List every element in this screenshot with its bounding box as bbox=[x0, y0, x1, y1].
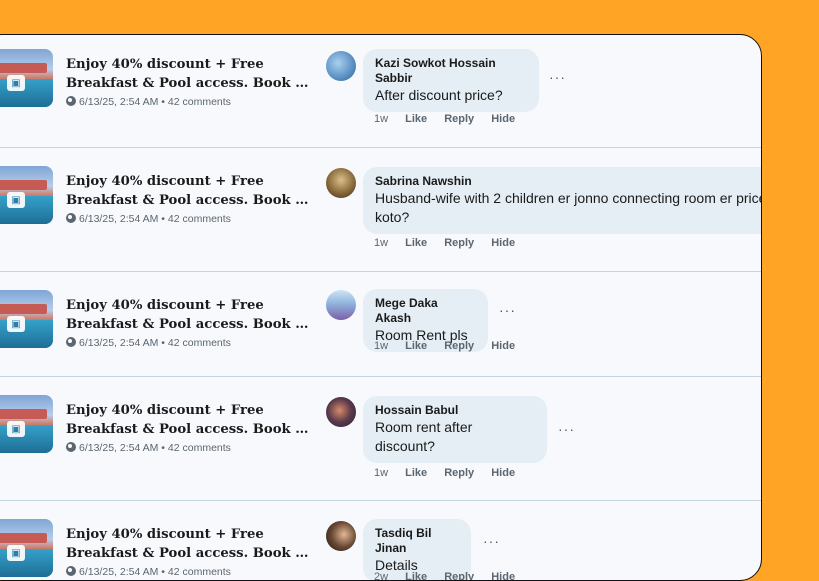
list-item: ▣ Enjoy 40% discount + Free Breakfast & … bbox=[0, 272, 761, 377]
thumbnail-roof bbox=[0, 180, 47, 190]
post-title[interactable]: Enjoy 40% discount + Free Breakfast & Po… bbox=[66, 172, 326, 210]
thumbnail-roof bbox=[0, 533, 47, 543]
comment-bubble: Kazi Sowkot Hossain Sabbir After discoun… bbox=[363, 49, 539, 112]
post-title[interactable]: Enjoy 40% discount + Free Breakfast & Po… bbox=[66, 296, 326, 334]
more-options-icon[interactable]: ··· bbox=[549, 69, 566, 85]
image-icon: ▣ bbox=[7, 316, 25, 332]
comment-time: 1w bbox=[374, 113, 389, 125]
list-item: ▣ Enjoy 40% discount + Free Breakfast & … bbox=[0, 148, 761, 272]
post-title-line2: Breakfast & Pool access. Book you... bbox=[66, 76, 316, 91]
hide-button[interactable]: Hide bbox=[491, 340, 515, 352]
post-title-line2: Breakfast & Pool access. Book you... bbox=[66, 546, 316, 561]
post-meta: 6/13/25, 2:54 AM • 42 comments bbox=[66, 337, 231, 349]
comment-actions: 1w Like Reply Hide bbox=[374, 113, 529, 125]
post-title-line1: Enjoy 40% discount + Free bbox=[66, 298, 264, 313]
like-button[interactable]: Like bbox=[405, 467, 427, 479]
comment-text: Husband-wife with 2 children er jonno co… bbox=[375, 190, 762, 225]
list-item: ▣ Enjoy 40% discount + Free Breakfast & … bbox=[0, 377, 761, 501]
globe-icon bbox=[66, 566, 76, 576]
avatar[interactable] bbox=[326, 521, 356, 551]
post-thumbnail[interactable]: ▣ bbox=[0, 49, 53, 107]
more-options-icon[interactable]: ··· bbox=[483, 533, 500, 549]
post-meta-text: 6/13/25, 2:54 AM • 42 comments bbox=[79, 442, 231, 454]
post-meta: 6/13/25, 2:54 AM • 42 comments bbox=[66, 96, 231, 108]
post-title[interactable]: Enjoy 40% discount + Free Breakfast & Po… bbox=[66, 525, 326, 563]
post-thumbnail[interactable]: ▣ bbox=[0, 166, 53, 224]
reply-button[interactable]: Reply bbox=[444, 113, 474, 125]
comment-text: After discount price? bbox=[375, 87, 503, 103]
hide-button[interactable]: Hide bbox=[491, 467, 515, 479]
post-thumbnail[interactable]: ▣ bbox=[0, 519, 53, 577]
image-icon: ▣ bbox=[7, 421, 25, 437]
comment-time: 1w bbox=[374, 467, 389, 479]
comments-panel: ▣ Enjoy 40% discount + Free Breakfast & … bbox=[0, 34, 762, 581]
post-title[interactable]: Enjoy 40% discount + Free Breakfast & Po… bbox=[66, 401, 326, 439]
hide-button[interactable]: Hide bbox=[491, 237, 515, 249]
image-icon: ▣ bbox=[7, 75, 25, 91]
comment-author[interactable]: Kazi Sowkot Hossain Sabbir bbox=[375, 56, 527, 86]
thumbnail-roof bbox=[0, 409, 47, 419]
post-title-line2: Breakfast & Pool access. Book you... bbox=[66, 422, 316, 437]
post-meta: 6/13/25, 2:54 AM • 42 comments bbox=[66, 566, 231, 578]
image-icon: ▣ bbox=[7, 545, 25, 561]
list-item: ▣ Enjoy 40% discount + Free Breakfast & … bbox=[0, 35, 761, 148]
post-meta: 6/13/25, 2:54 AM • 42 comments bbox=[66, 442, 231, 454]
avatar[interactable] bbox=[326, 290, 356, 320]
post-title-line1: Enjoy 40% discount + Free bbox=[66, 403, 264, 418]
list-item: ▣ Enjoy 40% discount + Free Breakfast & … bbox=[0, 501, 761, 580]
post-title[interactable]: Enjoy 40% discount + Free Breakfast & Po… bbox=[66, 55, 326, 93]
post-meta-text: 6/13/25, 2:54 AM • 42 comments bbox=[79, 337, 231, 349]
hide-button[interactable]: Hide bbox=[491, 113, 515, 125]
post-meta-text: 6/13/25, 2:54 AM • 42 comments bbox=[79, 566, 231, 578]
comment-time: 1w bbox=[374, 237, 389, 249]
avatar[interactable] bbox=[326, 51, 356, 81]
post-thumbnail[interactable]: ▣ bbox=[0, 290, 53, 348]
comment-actions: 1w Like Reply Hide bbox=[374, 237, 529, 249]
comment-actions: 1w Like Reply Hide bbox=[374, 340, 529, 352]
post-title-line1: Enjoy 40% discount + Free bbox=[66, 57, 264, 72]
post-title-line1: Enjoy 40% discount + Free bbox=[66, 527, 264, 542]
globe-icon bbox=[66, 213, 76, 223]
globe-icon bbox=[66, 442, 76, 452]
post-title-line2: Breakfast & Pool access. Book you... bbox=[66, 317, 316, 332]
comment-bubble: Sabrina Nawshin Husband-wife with 2 chil… bbox=[363, 167, 762, 234]
more-options-icon[interactable]: ··· bbox=[499, 302, 516, 318]
like-button[interactable]: Like bbox=[405, 340, 427, 352]
post-meta-text: 6/13/25, 2:54 AM • 42 comments bbox=[79, 96, 231, 108]
comment-author[interactable]: Sabrina Nawshin bbox=[375, 174, 761, 189]
post-meta: 6/13/25, 2:54 AM • 42 comments bbox=[66, 213, 231, 225]
avatar[interactable] bbox=[326, 168, 356, 198]
comment-text: Room rent after discount? bbox=[375, 419, 473, 454]
image-icon: ▣ bbox=[7, 192, 25, 208]
post-title-line2: Breakfast & Pool access. Book you... bbox=[66, 193, 316, 208]
globe-icon bbox=[66, 96, 76, 106]
reply-button[interactable]: Reply bbox=[444, 340, 474, 352]
like-button[interactable]: Like bbox=[405, 113, 427, 125]
post-meta-text: 6/13/25, 2:54 AM • 42 comments bbox=[79, 213, 231, 225]
avatar[interactable] bbox=[326, 397, 356, 427]
comment-author[interactable]: Hossain Babul bbox=[375, 403, 535, 418]
comment-actions: 1w Like Reply Hide bbox=[374, 467, 529, 479]
comment-bubble: Hossain Babul Room rent after discount? bbox=[363, 396, 547, 463]
comment-author[interactable]: Mege Daka Akash bbox=[375, 296, 476, 326]
thumbnail-roof bbox=[0, 63, 47, 73]
post-title-line1: Enjoy 40% discount + Free bbox=[66, 174, 264, 189]
globe-icon bbox=[66, 337, 76, 347]
reply-button[interactable]: Reply bbox=[444, 237, 474, 249]
more-options-icon[interactable]: ··· bbox=[558, 421, 575, 437]
like-button[interactable]: Like bbox=[405, 237, 427, 249]
comment-author[interactable]: Tasdiq Bil Jinan bbox=[375, 526, 459, 556]
post-thumbnail[interactable]: ▣ bbox=[0, 395, 53, 453]
thumbnail-roof bbox=[0, 304, 47, 314]
reply-button[interactable]: Reply bbox=[444, 467, 474, 479]
comment-time: 1w bbox=[374, 340, 389, 352]
